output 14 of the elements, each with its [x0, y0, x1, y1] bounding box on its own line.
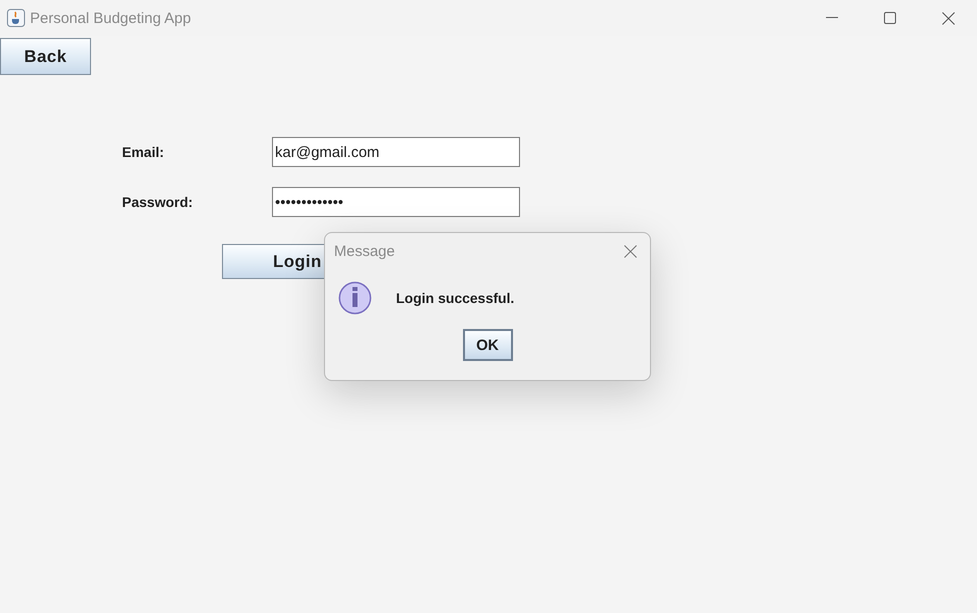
window-title: Personal Budgeting App [30, 10, 192, 26]
info-icon [338, 281, 372, 315]
maximize-icon [884, 12, 896, 24]
java-cup-icon [7, 9, 25, 27]
back-button[interactable]: Back [0, 38, 91, 75]
password-label: Password: [122, 194, 194, 210]
close-icon [942, 12, 954, 24]
close-icon [624, 244, 636, 258]
minimize-icon [826, 17, 838, 19]
email-field[interactable]: kar@gmail.com [272, 137, 520, 167]
email-label: Email: [122, 144, 166, 160]
password-field[interactable]: ••••••••••••• [272, 187, 520, 217]
ok-button[interactable]: OK [462, 329, 512, 361]
dialog-message: Login successful. [396, 290, 514, 306]
